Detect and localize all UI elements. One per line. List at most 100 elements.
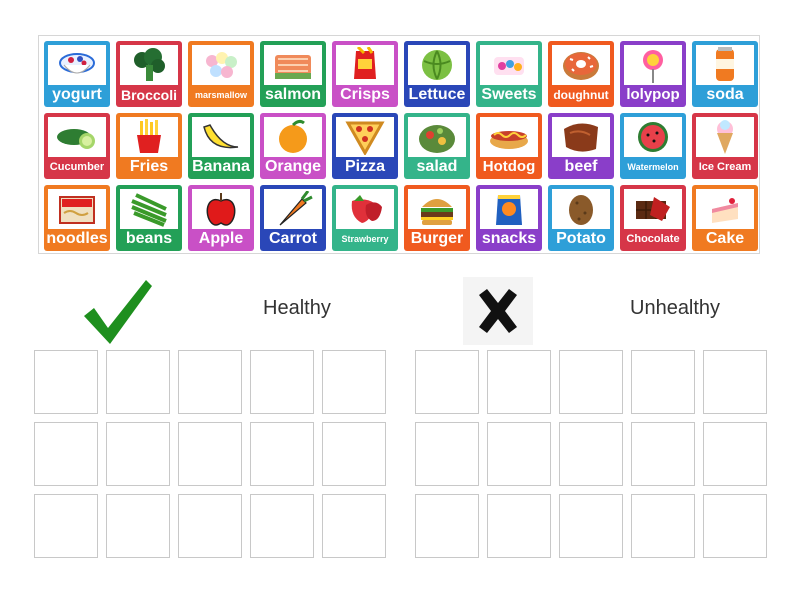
food-card-label: Cucumber	[49, 161, 105, 173]
food-card[interactable]: Watermelon	[620, 113, 686, 179]
healthy-heading: Healthy	[263, 297, 331, 319]
healthy-drop-slot[interactable]	[34, 494, 98, 558]
food-card[interactable]: Lettuce	[404, 41, 470, 107]
food-card[interactable]: soda	[692, 41, 758, 107]
salmon-icon	[264, 45, 322, 85]
food-card-label: beans	[125, 230, 173, 247]
food-card[interactable]: marsmallow	[188, 41, 254, 107]
unhealthy-drop-slot[interactable]	[559, 350, 623, 414]
healthy-drop-slot[interactable]	[178, 422, 242, 486]
unhealthy-drop-slot[interactable]	[631, 350, 695, 414]
food-card[interactable]: Carrot	[260, 185, 326, 251]
food-card-label: Burger	[410, 230, 464, 247]
unhealthy-drop-slot[interactable]	[703, 422, 767, 486]
doughnut-icon	[552, 45, 610, 85]
food-card[interactable]: yogurt	[44, 41, 110, 107]
food-card-label: doughnut	[553, 88, 609, 102]
unhealthy-drop-slot[interactable]	[559, 422, 623, 486]
unhealthy-drop-slot[interactable]	[487, 422, 551, 486]
food-card-label: Potato	[556, 230, 606, 247]
food-card[interactable]: Potato	[548, 185, 614, 251]
healthy-drop-slot[interactable]	[178, 494, 242, 558]
healthy-drop-slot[interactable]	[322, 422, 386, 486]
cucumber-icon	[48, 117, 106, 157]
food-card[interactable]: Fries	[116, 113, 182, 179]
unhealthy-heading: Unhealthy	[630, 297, 721, 319]
unhealthy-drop-slot[interactable]	[631, 422, 695, 486]
healthy-drop-slot[interactable]	[250, 494, 314, 558]
food-card-label: Orange	[264, 158, 321, 175]
food-card[interactable]: Apple	[188, 185, 254, 251]
lettuce-icon	[408, 45, 466, 85]
item-tray: yogurt Broccoli marsmallow salmon Crisps Lett…	[38, 35, 760, 254]
food-card[interactable]: beef	[548, 113, 614, 179]
healthy-drop-slot[interactable]	[106, 422, 170, 486]
cross-icon	[479, 289, 517, 333]
healthy-drop-slot[interactable]	[250, 422, 314, 486]
food-card[interactable]: Cake	[692, 185, 758, 251]
unhealthy-drop-slot[interactable]	[415, 494, 479, 558]
food-card-label: beef	[564, 158, 598, 175]
broccoli-icon	[120, 45, 178, 85]
fries-icon	[120, 117, 178, 157]
food-card[interactable]: noodles	[44, 185, 110, 251]
orange-icon	[264, 117, 322, 157]
healthy-drop-slot[interactable]	[106, 350, 170, 414]
healthy-drop-slot[interactable]	[250, 350, 314, 414]
food-card[interactable]: Chocolate	[620, 185, 686, 251]
food-card-label: yogurt	[52, 86, 102, 103]
food-card[interactable]: Cucumber	[44, 113, 110, 179]
food-card[interactable]: Broccoli	[116, 41, 182, 107]
lollipop-icon	[624, 45, 682, 85]
healthy-drop-slot[interactable]	[34, 350, 98, 414]
salad-icon	[408, 117, 466, 157]
food-card-label: Hotdog	[482, 158, 536, 175]
checkmark-icon	[84, 280, 152, 344]
healthy-drop-slot[interactable]	[322, 350, 386, 414]
beef-icon	[552, 117, 610, 157]
unhealthy-drop-slot[interactable]	[703, 350, 767, 414]
food-card-label: lolypop	[626, 86, 680, 103]
food-card[interactable]: lolypop	[620, 41, 686, 107]
food-card-label: Pizza	[344, 158, 385, 175]
unhealthy-drop-slot[interactable]	[559, 494, 623, 558]
food-card-label: Broccoli	[120, 87, 177, 103]
food-card-label: Chocolate	[626, 233, 680, 245]
food-card-label: Sweets	[481, 86, 537, 103]
unhealthy-drop-slot[interactable]	[415, 350, 479, 414]
healthy-drop-slot[interactable]	[34, 422, 98, 486]
unhealthy-drop-slot[interactable]	[487, 350, 551, 414]
potato-icon	[552, 189, 610, 229]
strawberry-icon	[336, 189, 394, 229]
unhealthy-drop-slot[interactable]	[487, 494, 551, 558]
cake-icon	[696, 189, 754, 229]
food-card[interactable]: salad	[404, 113, 470, 179]
food-card-label: marsmallow	[194, 90, 248, 100]
food-card[interactable]: doughnut	[548, 41, 614, 107]
unhealthy-drop-slot[interactable]	[631, 494, 695, 558]
food-card[interactable]: Crisps	[332, 41, 398, 107]
food-card[interactable]: beans	[116, 185, 182, 251]
food-card[interactable]: Strawberry	[332, 185, 398, 251]
carrot-icon	[264, 189, 322, 229]
food-card[interactable]: Banana	[188, 113, 254, 179]
unhealthy-drop-slot[interactable]	[415, 422, 479, 486]
food-card[interactable]: snacks	[476, 185, 542, 251]
pizza-icon	[336, 117, 394, 157]
healthy-drop-slot[interactable]	[178, 350, 242, 414]
food-card[interactable]: Pizza	[332, 113, 398, 179]
unhealthy-drop-slot[interactable]	[703, 494, 767, 558]
food-card[interactable]: salmon	[260, 41, 326, 107]
food-card-label: Apple	[198, 230, 244, 247]
food-card[interactable]: Orange	[260, 113, 326, 179]
healthy-drop-slot[interactable]	[106, 494, 170, 558]
food-card[interactable]: Burger	[404, 185, 470, 251]
food-card[interactable]: Ice Cream	[692, 113, 758, 179]
cross-icon-box	[463, 277, 533, 345]
food-card[interactable]: Sweets	[476, 41, 542, 107]
food-card[interactable]: Hotdog	[476, 113, 542, 179]
healthy-drop-slot[interactable]	[322, 494, 386, 558]
snacks-bag-icon	[480, 189, 538, 229]
apple-icon	[192, 189, 250, 229]
chocolate-icon	[624, 189, 682, 229]
